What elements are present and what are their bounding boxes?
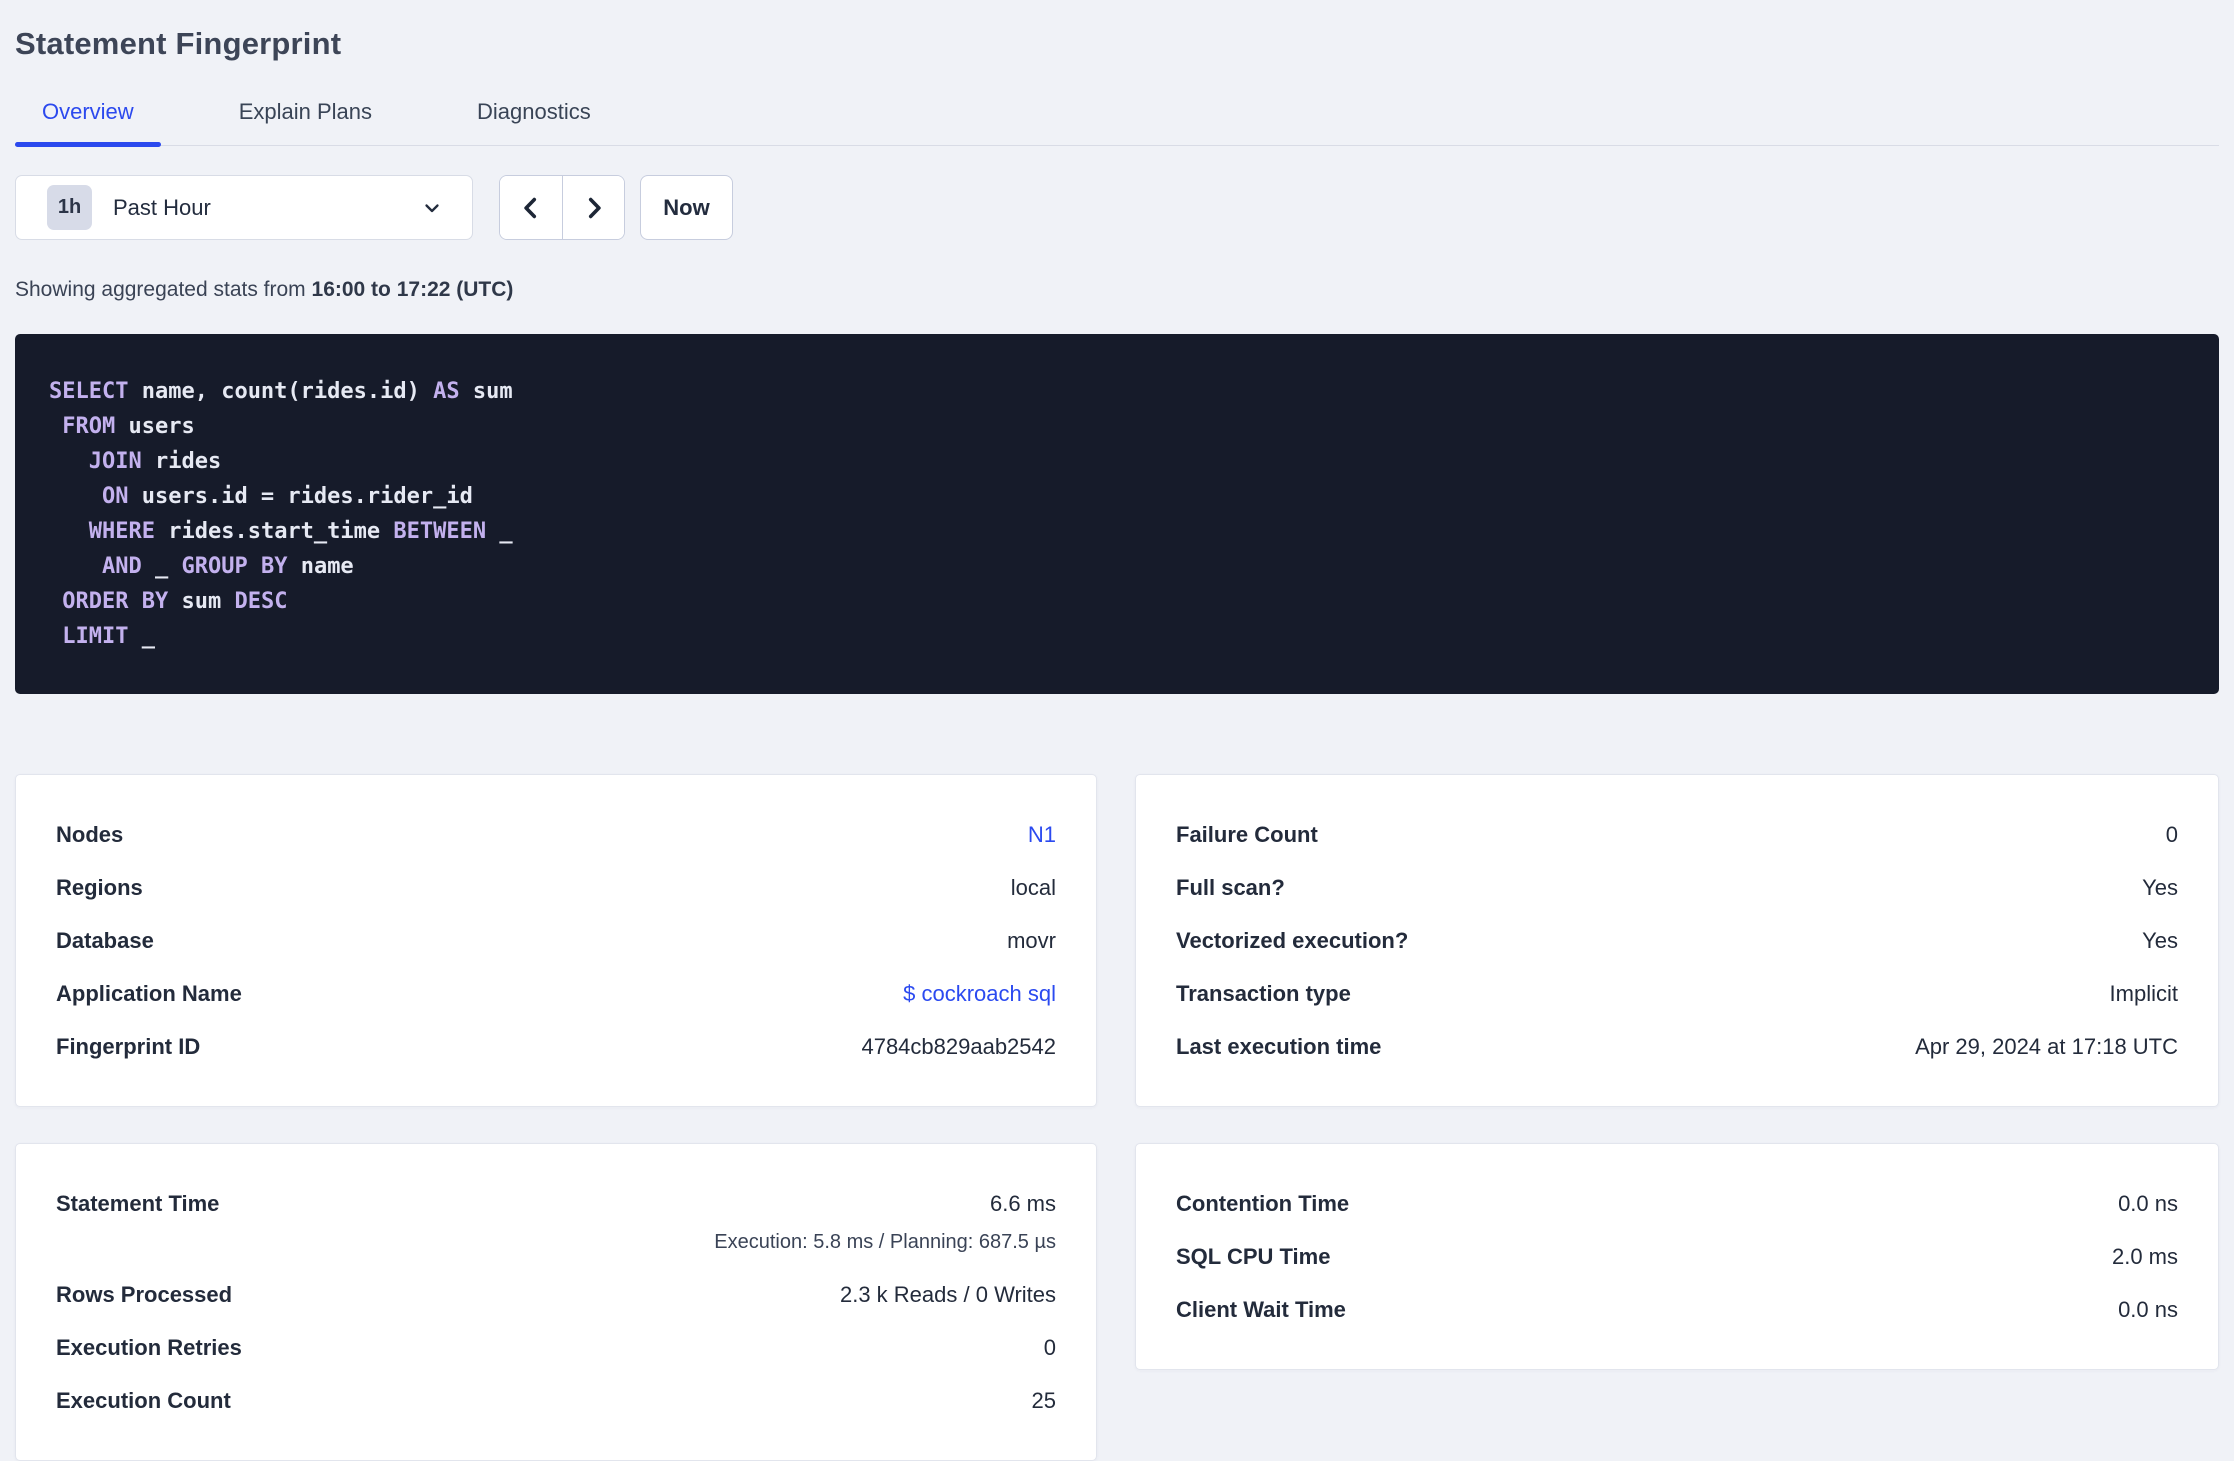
tab-diagnostics[interactable]: Diagnostics: [450, 99, 618, 145]
detail-row-last-execution: Last execution time Apr 29, 2024 at 17:1…: [1176, 1020, 2178, 1073]
detail-row-database: Database movr: [56, 914, 1056, 967]
time-range-label: Past Hour: [113, 194, 211, 220]
row-value: 0.0 ns: [2118, 1296, 2178, 1322]
page-title: Statement Fingerprint: [15, 26, 342, 61]
perf-row-rows-processed: Rows Processed 2.3 k Reads / 0 Writes: [56, 1268, 1056, 1321]
row-label: Application Name: [56, 980, 242, 1006]
chevron-right-icon: [580, 194, 608, 222]
prev-range-button[interactable]: [500, 176, 562, 239]
stats-line-prefix: Showing aggregated stats from: [15, 278, 312, 301]
details-card-left: Nodes N1 Regions local Database movr App…: [15, 774, 1097, 1107]
row-value: 6.6 ms: [989, 1190, 1056, 1216]
row-label: Database: [56, 927, 154, 953]
row-value: movr: [1007, 927, 1056, 953]
row-label: Rows Processed: [56, 1281, 233, 1307]
summary-cards: Nodes N1 Regions local Database movr App…: [15, 774, 2219, 1461]
chevron-down-icon: [420, 196, 444, 220]
row-label: SQL CPU Time: [1176, 1243, 1331, 1269]
sql-code: SELECT name, count(rides.id) AS sum FROM…: [49, 379, 513, 649]
row-label: Statement Time: [56, 1190, 220, 1216]
row-label: Regions: [56, 874, 143, 900]
detail-row-fingerprint-id: Fingerprint ID 4784cb829aab2542: [56, 1020, 1056, 1073]
row-label: Nodes: [56, 821, 124, 847]
row-label: Transaction type: [1176, 980, 1351, 1006]
tab-overview[interactable]: Overview: [15, 99, 161, 147]
row-value: local: [1010, 874, 1056, 900]
perf-row-sql-cpu-time: SQL CPU Time 2.0 ms: [1176, 1230, 2178, 1283]
row-label: Client Wait Time: [1176, 1296, 1346, 1322]
nodes-link[interactable]: N1: [1028, 822, 1056, 848]
sql-fingerprint-box: SELECT name, count(rides.id) AS sum FROM…: [15, 334, 2219, 694]
next-range-button[interactable]: [562, 176, 624, 239]
row-value: Yes: [2142, 927, 2178, 953]
time-range-nav: [499, 175, 625, 240]
row-label: Full scan?: [1176, 874, 1285, 900]
details-card-right: Failure Count 0 Full scan? Yes Vectorize…: [1135, 774, 2219, 1107]
row-label: Execution Count: [56, 1387, 231, 1413]
row-value: 0.0 ns: [2118, 1190, 2178, 1216]
time-controls: 1h Past Hour Now: [15, 175, 2219, 240]
perf-row-execution-count: Execution Count 25: [56, 1374, 1056, 1427]
time-range-dropdown[interactable]: 1h Past Hour: [15, 175, 473, 240]
performance-card-right: Contention Time 0.0 ns SQL CPU Time 2.0 …: [1135, 1143, 2219, 1370]
detail-row-vectorized: Vectorized execution? Yes: [1176, 914, 2178, 967]
row-value: 25: [1031, 1387, 1056, 1413]
perf-row-client-wait-time: Client Wait Time 0.0 ns: [1176, 1283, 2178, 1336]
row-value: 4784cb829aab2542: [861, 1033, 1056, 1059]
detail-row-nodes: Nodes N1: [56, 808, 1056, 861]
row-value: Yes: [2142, 874, 2178, 900]
detail-row-failure-count: Failure Count 0: [1176, 808, 2178, 861]
row-label: Failure Count: [1176, 821, 1318, 847]
perf-row-statement-time: Statement Time 6.6 ms: [56, 1177, 1056, 1230]
row-value: 2.3 k Reads / 0 Writes: [839, 1281, 1056, 1307]
row-value: Apr 29, 2024 at 17:18 UTC: [1915, 1033, 2178, 1059]
perf-row-execution-retries: Execution Retries 0: [56, 1321, 1056, 1374]
row-value: 0: [1043, 1334, 1056, 1360]
time-range-badge: 1h: [47, 185, 92, 230]
chevron-left-icon: [517, 194, 545, 222]
application-name-link[interactable]: $ cockroach sql: [903, 981, 1056, 1007]
row-value: 2.0 ms: [2111, 1243, 2178, 1269]
row-label: Execution Retries: [56, 1334, 242, 1360]
row-value: 0: [2165, 821, 2178, 847]
now-button[interactable]: Now: [640, 175, 733, 240]
detail-row-full-scan: Full scan? Yes: [1176, 861, 2178, 914]
stats-line-range: 16:00 to 17:22 (UTC): [311, 278, 514, 301]
row-label: Fingerprint ID: [56, 1033, 201, 1059]
detail-row-app-name: Application Name $ cockroach sql: [56, 967, 1056, 1020]
aggregated-stats-line: Showing aggregated stats from 16:00 to 1…: [15, 278, 2219, 302]
statement-fingerprint-page: Statement Fingerprint Overview Explain P…: [0, 0, 2234, 1461]
performance-card-left: Statement Time 6.6 ms Execution: 5.8 ms …: [15, 1143, 1097, 1461]
detail-row-transaction-type: Transaction type Implicit: [1176, 967, 2178, 1020]
row-label: Last execution time: [1176, 1033, 1382, 1059]
tab-explain-plans[interactable]: Explain Plans: [212, 99, 399, 145]
tab-bar: Overview Explain Plans Diagnostics: [15, 99, 2219, 147]
row-label: Contention Time: [1176, 1190, 1350, 1216]
statement-time-breakdown: Execution: 5.8 ms / Planning: 687.5 µs: [714, 1231, 1056, 1253]
perf-row-contention-time: Contention Time 0.0 ns: [1176, 1177, 2178, 1230]
row-value: Implicit: [2109, 980, 2178, 1006]
row-label: Vectorized execution?: [1176, 927, 1409, 953]
detail-row-regions: Regions local: [56, 861, 1056, 914]
